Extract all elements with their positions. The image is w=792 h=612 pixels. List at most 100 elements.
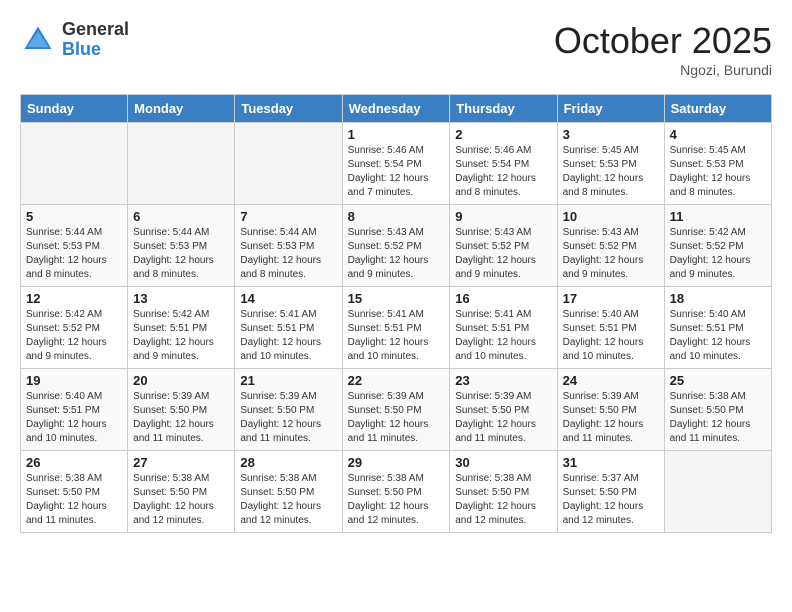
calendar-cell: 15 Sunrise: 5:41 AM Sunset: 5:51 PM Dayli… — [342, 287, 450, 369]
day-number: 6 — [133, 209, 229, 224]
logo-text: General Blue — [62, 20, 129, 60]
day-info: Sunrise: 5:41 AM Sunset: 5:51 PM Dayligh… — [455, 308, 551, 364]
calendar-cell: 31 Sunrise: 5:37 AM Sunset: 5:50 PM Dayli… — [557, 451, 664, 533]
day-info: Sunrise: 5:46 AM Sunset: 5:54 PM Dayligh… — [455, 144, 551, 200]
calendar-cell — [21, 123, 128, 205]
calendar-cell: 21 Sunrise: 5:39 AM Sunset: 5:50 PM Dayli… — [235, 369, 342, 451]
day-number: 25 — [670, 373, 766, 388]
day-info: Sunrise: 5:41 AM Sunset: 5:51 PM Dayligh… — [348, 308, 445, 364]
calendar-cell: 7 Sunrise: 5:44 AM Sunset: 5:53 PM Daylig… — [235, 205, 342, 287]
calendar-cell: 30 Sunrise: 5:38 AM Sunset: 5:50 PM Dayli… — [450, 451, 557, 533]
logo-blue-text: Blue — [62, 40, 129, 60]
day-number: 31 — [563, 455, 659, 470]
weekday-header-thursday: Thursday — [450, 95, 557, 123]
calendar-cell: 23 Sunrise: 5:39 AM Sunset: 5:50 PM Dayli… — [450, 369, 557, 451]
calendar-week-row: 12 Sunrise: 5:42 AM Sunset: 5:52 PM Dayli… — [21, 287, 772, 369]
day-info: Sunrise: 5:44 AM Sunset: 5:53 PM Dayligh… — [240, 226, 336, 282]
calendar-cell: 6 Sunrise: 5:44 AM Sunset: 5:53 PM Daylig… — [128, 205, 235, 287]
day-number: 11 — [670, 209, 766, 224]
day-info: Sunrise: 5:43 AM Sunset: 5:52 PM Dayligh… — [455, 226, 551, 282]
day-info: Sunrise: 5:40 AM Sunset: 5:51 PM Dayligh… — [670, 308, 766, 364]
day-info: Sunrise: 5:41 AM Sunset: 5:51 PM Dayligh… — [240, 308, 336, 364]
day-number: 19 — [26, 373, 122, 388]
calendar-cell — [235, 123, 342, 205]
logo-general-text: General — [62, 20, 129, 40]
day-info: Sunrise: 5:39 AM Sunset: 5:50 PM Dayligh… — [133, 390, 229, 446]
day-number: 1 — [348, 127, 445, 142]
day-number: 15 — [348, 291, 445, 306]
calendar-week-row: 1 Sunrise: 5:46 AM Sunset: 5:54 PM Daylig… — [21, 123, 772, 205]
weekday-header-friday: Friday — [557, 95, 664, 123]
calendar-cell: 12 Sunrise: 5:42 AM Sunset: 5:52 PM Dayli… — [21, 287, 128, 369]
calendar-week-row: 26 Sunrise: 5:38 AM Sunset: 5:50 PM Dayli… — [21, 451, 772, 533]
day-number: 23 — [455, 373, 551, 388]
page-header: General Blue October 2025 Ngozi, Burundi — [20, 20, 772, 78]
calendar-cell: 18 Sunrise: 5:40 AM Sunset: 5:51 PM Dayli… — [664, 287, 771, 369]
day-info: Sunrise: 5:45 AM Sunset: 5:53 PM Dayligh… — [670, 144, 766, 200]
day-number: 27 — [133, 455, 229, 470]
calendar-cell: 17Sunrise: 5:40 AM Sunset: 5:51 PM Dayli… — [557, 287, 664, 369]
calendar-cell: 19 Sunrise: 5:40 AM Sunset: 5:51 PM Dayli… — [21, 369, 128, 451]
day-info: Sunrise: 5:38 AM Sunset: 5:50 PM Dayligh… — [26, 472, 122, 528]
day-info: Sunrise: 5:40 AM Sunset: 5:51 PM Dayligh… — [26, 390, 122, 446]
day-info: Sunrise: 5:43 AM Sunset: 5:52 PM Dayligh… — [563, 226, 659, 282]
location-text: Ngozi, Burundi — [554, 62, 772, 78]
day-number: 9 — [455, 209, 551, 224]
day-info: Sunrise: 5:38 AM Sunset: 5:50 PM Dayligh… — [240, 472, 336, 528]
day-number: 21 — [240, 373, 336, 388]
day-info: Sunrise: 5:42 AM Sunset: 5:52 PM Dayligh… — [26, 308, 122, 364]
calendar-cell: 1Sunrise: 5:46 AM Sunset: 5:54 PM Daylig… — [342, 123, 450, 205]
day-info: Sunrise: 5:39 AM Sunset: 5:50 PM Dayligh… — [455, 390, 551, 446]
day-info: Sunrise: 5:39 AM Sunset: 5:50 PM Dayligh… — [240, 390, 336, 446]
day-number: 2 — [455, 127, 551, 142]
calendar-cell: 2 Sunrise: 5:46 AM Sunset: 5:54 PM Daylig… — [450, 123, 557, 205]
calendar-cell: 13Sunrise: 5:42 AM Sunset: 5:51 PM Dayli… — [128, 287, 235, 369]
day-number: 18 — [670, 291, 766, 306]
month-title: October 2025 — [554, 20, 772, 62]
day-info: Sunrise: 5:37 AM Sunset: 5:50 PM Dayligh… — [563, 472, 659, 528]
calendar-week-row: 19 Sunrise: 5:40 AM Sunset: 5:51 PM Dayli… — [21, 369, 772, 451]
day-number: 5 — [26, 209, 122, 224]
day-number: 22 — [348, 373, 445, 388]
calendar-cell: 5 Sunrise: 5:44 AM Sunset: 5:53 PM Daylig… — [21, 205, 128, 287]
day-number: 20 — [133, 373, 229, 388]
weekday-header-row: SundayMondayTuesdayWednesdayThursdayFrid… — [21, 95, 772, 123]
day-info: Sunrise: 5:40 AM Sunset: 5:51 PM Dayligh… — [563, 308, 659, 364]
calendar-cell: 24 Sunrise: 5:39 AM Sunset: 5:50 PM Dayli… — [557, 369, 664, 451]
day-number: 29 — [348, 455, 445, 470]
day-info: Sunrise: 5:42 AM Sunset: 5:52 PM Dayligh… — [670, 226, 766, 282]
day-number: 24 — [563, 373, 659, 388]
day-info: Sunrise: 5:39 AM Sunset: 5:50 PM Dayligh… — [348, 390, 445, 446]
day-number: 14 — [240, 291, 336, 306]
calendar-week-row: 5 Sunrise: 5:44 AM Sunset: 5:53 PM Daylig… — [21, 205, 772, 287]
day-info: Sunrise: 5:44 AM Sunset: 5:53 PM Dayligh… — [26, 226, 122, 282]
logo: General Blue — [20, 20, 129, 60]
day-info: Sunrise: 5:43 AM Sunset: 5:52 PM Dayligh… — [348, 226, 445, 282]
day-info: Sunrise: 5:39 AM Sunset: 5:50 PM Dayligh… — [563, 390, 659, 446]
day-number: 30 — [455, 455, 551, 470]
day-number: 26 — [26, 455, 122, 470]
weekday-header-saturday: Saturday — [664, 95, 771, 123]
calendar-cell: 29Sunrise: 5:38 AM Sunset: 5:50 PM Dayli… — [342, 451, 450, 533]
day-info: Sunrise: 5:44 AM Sunset: 5:53 PM Dayligh… — [133, 226, 229, 282]
day-number: 3 — [563, 127, 659, 142]
day-number: 12 — [26, 291, 122, 306]
title-block: October 2025 Ngozi, Burundi — [554, 20, 772, 78]
logo-icon — [20, 22, 56, 58]
weekday-header-tuesday: Tuesday — [235, 95, 342, 123]
day-info: Sunrise: 5:42 AM Sunset: 5:51 PM Dayligh… — [133, 308, 229, 364]
calendar-cell: 28Sunrise: 5:38 AM Sunset: 5:50 PM Dayli… — [235, 451, 342, 533]
day-number: 8 — [348, 209, 445, 224]
day-number: 10 — [563, 209, 659, 224]
calendar-cell — [664, 451, 771, 533]
calendar-cell: 3Sunrise: 5:45 AM Sunset: 5:53 PM Daylig… — [557, 123, 664, 205]
calendar-cell: 22 Sunrise: 5:39 AM Sunset: 5:50 PM Dayli… — [342, 369, 450, 451]
calendar-table: SundayMondayTuesdayWednesdayThursdayFrid… — [20, 94, 772, 533]
day-number: 7 — [240, 209, 336, 224]
day-number: 16 — [455, 291, 551, 306]
day-info: Sunrise: 5:38 AM Sunset: 5:50 PM Dayligh… — [133, 472, 229, 528]
weekday-header-wednesday: Wednesday — [342, 95, 450, 123]
day-info: Sunrise: 5:38 AM Sunset: 5:50 PM Dayligh… — [455, 472, 551, 528]
calendar-cell: 14 Sunrise: 5:41 AM Sunset: 5:51 PM Dayli… — [235, 287, 342, 369]
calendar-cell: 10 Sunrise: 5:43 AM Sunset: 5:52 PM Dayli… — [557, 205, 664, 287]
